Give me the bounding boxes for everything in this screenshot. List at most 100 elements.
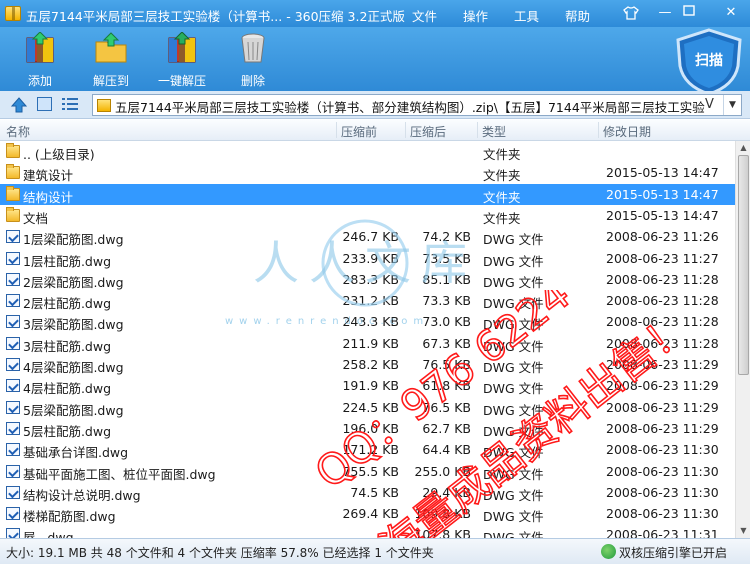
dwg-file-icon — [6, 400, 20, 414]
column-type[interactable]: 类型 — [482, 123, 506, 140]
file-modified-date: 2015-05-13 14:47 — [606, 165, 719, 181]
file-type: DWG 文件 — [483, 296, 544, 312]
file-name: 基础平面施工图、桩位平面图.dwg — [23, 466, 216, 482]
chevron-down-icon[interactable]: ▼ — [723, 95, 741, 115]
column-compressed[interactable]: 压缩后 — [410, 123, 446, 140]
address-bar[interactable]: 五层7144平米局部三层技工实验楼（计算书、部分建筑结构图）.zip\【五层】7… — [92, 94, 742, 116]
scroll-down-icon[interactable]: ▼ — [736, 524, 750, 538]
file-type: 文件夹 — [483, 210, 521, 226]
file-name: 3层梁配筋图.dwg — [23, 317, 124, 333]
file-row[interactable]: 4层梁配筋图.dwg 258.2 KB 76.5 KB DWG 文件 2008-06-2… — [0, 354, 735, 375]
column-name[interactable]: 名称 — [6, 123, 30, 140]
large-icon-view-icon[interactable] — [37, 97, 52, 111]
dwg-file-icon — [6, 421, 20, 435]
file-row[interactable]: 4层柱配筋.dwg 191.9 KB 61.8 KB DWG 文件 2008-06-23… — [0, 375, 735, 396]
file-type: DWG 文件 — [483, 466, 544, 482]
folder-row[interactable]: .. (上级目录) 文件夹 — [0, 141, 735, 162]
toolbar: 添加 解压到 一键解压 删除 — [0, 27, 750, 91]
column-modified[interactable]: 修改日期 — [603, 123, 651, 140]
status-summary: 大小: 19.1 MB 共 48 个文件和 4 个文件夹 压缩率 57.8% 已… — [6, 546, 434, 560]
file-name: 5层梁配筋图.dwg — [23, 402, 124, 418]
file-compressed-size: 62.7 KB — [422, 420, 471, 436]
dwg-file-icon — [6, 358, 20, 371]
file-name: 2层梁配筋图.dwg — [23, 274, 124, 290]
address-path[interactable]: 五层7144平米局部三层技工实验楼（计算书、部分建筑结构图）.zip\【五层】7… — [115, 97, 705, 116]
dwg-file-icon — [6, 336, 20, 350]
folder-row[interactable]: 文档 文件夹 2015-05-13 14:47 — [0, 205, 735, 226]
column-divider[interactable] — [477, 122, 478, 138]
column-divider[interactable] — [336, 122, 337, 138]
status-engine[interactable]: 双核压缩引擎已开启 — [619, 544, 727, 561]
folder-row[interactable]: 建筑设计 文件夹 2015-05-13 14:47 — [0, 162, 735, 183]
file-size: 755.5 KB — [342, 463, 399, 479]
file-name: 楼梯配筋图.dwg — [23, 509, 116, 525]
file-name: 结构设计 — [23, 189, 74, 205]
file-row[interactable]: 2层柱配筋.dwg 231.2 KB 73.3 KB DWG 文件 2008-06-23… — [0, 290, 735, 311]
delete-button[interactable]: 删除 — [223, 30, 283, 90]
list-view-icon[interactable] — [62, 97, 78, 111]
file-compressed-size: 109.8 KB — [414, 506, 471, 522]
file-compressed-size: 29.4 KB — [422, 484, 471, 500]
column-size[interactable]: 压缩前 — [341, 123, 377, 140]
file-size: 196.0 KB — [342, 420, 399, 436]
maximize-icon[interactable] — [678, 3, 700, 23]
add-label: 添加 — [27, 74, 52, 88]
up-arrow-icon[interactable] — [10, 96, 28, 114]
archive-app-icon — [5, 6, 21, 21]
delete-label: 删除 — [240, 74, 265, 88]
file-modified-date: 2008-06-23 11:30 — [606, 442, 719, 458]
file-type: DWG 文件 — [483, 423, 544, 439]
dwg-file-icon — [6, 464, 20, 478]
file-row[interactable]: 基础承台详图.dwg 171.2 KB 64.4 KB DWG 文件 2008-06-2… — [0, 439, 735, 460]
file-row[interactable]: 2层梁配筋图.dwg 283.3 KB 85.1 KB DWG 文件 2008-06-2… — [0, 269, 735, 290]
column-header: 名称 压缩前 压缩后 类型 修改日期 — [0, 120, 750, 141]
file-compressed-size: 107.8 KB — [414, 527, 471, 538]
file-modified-date: 2008-06-23 11:29 — [606, 378, 719, 394]
menu-file[interactable]: 文件 — [412, 6, 437, 25]
file-row[interactable]: 结构设计总说明.dwg 74.5 KB 29.4 KB DWG 文件 2008-06-2… — [0, 482, 735, 503]
scan-button[interactable]: 扫描 — [670, 28, 748, 96]
file-modified-date: 2008-06-23 11:29 — [606, 420, 719, 436]
file-name: 1层梁配筋图.dwg — [23, 232, 124, 248]
column-divider[interactable] — [405, 122, 406, 138]
file-row[interactable]: 5层柱配筋.dwg 196.0 KB 62.7 KB DWG 文件 2008-06-23… — [0, 418, 735, 439]
file-modified-date: 2008-06-23 11:28 — [606, 293, 719, 309]
file-compressed-size: 67.3 KB — [422, 335, 471, 351]
file-row[interactable]: 基础平面施工图、桩位平面图.dwg 755.5 KB 255.0 KB DWG 文件 2… — [0, 461, 735, 482]
file-size: 171.2 KB — [342, 442, 399, 458]
file-row[interactable]: 5层梁配筋图.dwg 224.5 KB 76.5 KB DWG 文件 2008-06-2… — [0, 397, 735, 418]
file-row[interactable]: 楼梯配筋图.dwg 269.4 KB 109.8 KB DWG 文件 2008-06-2… — [0, 503, 735, 524]
minimize-icon[interactable]: — — [654, 3, 676, 23]
folder-row[interactable]: 结构设计 文件夹 2015-05-13 14:47 — [0, 183, 735, 205]
file-row[interactable]: 屋...dwg 107.8 KB DWG 文件 2008-06-23 11:31 — [0, 524, 735, 538]
scrollbar-thumb[interactable] — [738, 155, 749, 375]
add-button[interactable]: 添加 — [10, 30, 70, 90]
file-compressed-size: 73.3 KB — [422, 293, 471, 309]
dwg-file-icon — [6, 379, 20, 393]
file-row[interactable]: 3层柱配筋.dwg 211.9 KB 67.3 KB DWG 文件 2008-06-23… — [0, 333, 735, 354]
vertical-scrollbar[interactable]: ▲ ▼ — [735, 141, 750, 538]
file-size: 231.2 KB — [342, 293, 399, 309]
file-row[interactable]: 1层梁配筋图.dwg 246.7 KB 74.2 KB DWG 文件 2008-06-2… — [0, 226, 735, 247]
extract-to-button[interactable]: 解压到 — [81, 30, 141, 90]
dwg-file-icon — [6, 485, 20, 499]
column-divider[interactable] — [598, 122, 599, 138]
dwg-file-icon — [6, 315, 20, 329]
menu-operation[interactable]: 操作 — [463, 6, 488, 25]
file-type: DWG 文件 — [483, 509, 544, 525]
dwg-file-icon — [6, 443, 20, 457]
tshirt-icon[interactable] — [623, 6, 639, 20]
file-size: 246.7 KB — [342, 229, 399, 245]
file-size: 258.2 KB — [342, 357, 399, 372]
menu-help[interactable]: 帮助 — [565, 6, 590, 25]
scroll-up-icon[interactable]: ▲ — [736, 141, 750, 155]
menu-tools[interactable]: 工具 — [514, 6, 539, 25]
folder-icon — [6, 143, 20, 158]
one-click-extract-button[interactable]: 一键解压 — [152, 30, 212, 90]
close-icon[interactable]: ✕ — [720, 3, 742, 23]
file-row[interactable]: 1层柱配筋.dwg 233.9 KB 73.5 KB DWG 文件 2008-06-23… — [0, 248, 735, 269]
add-archive-icon — [26, 32, 54, 63]
dwg-file-icon — [6, 294, 20, 308]
scan-label: 扫描 — [695, 53, 723, 69]
zip-archive-icon — [97, 99, 111, 112]
